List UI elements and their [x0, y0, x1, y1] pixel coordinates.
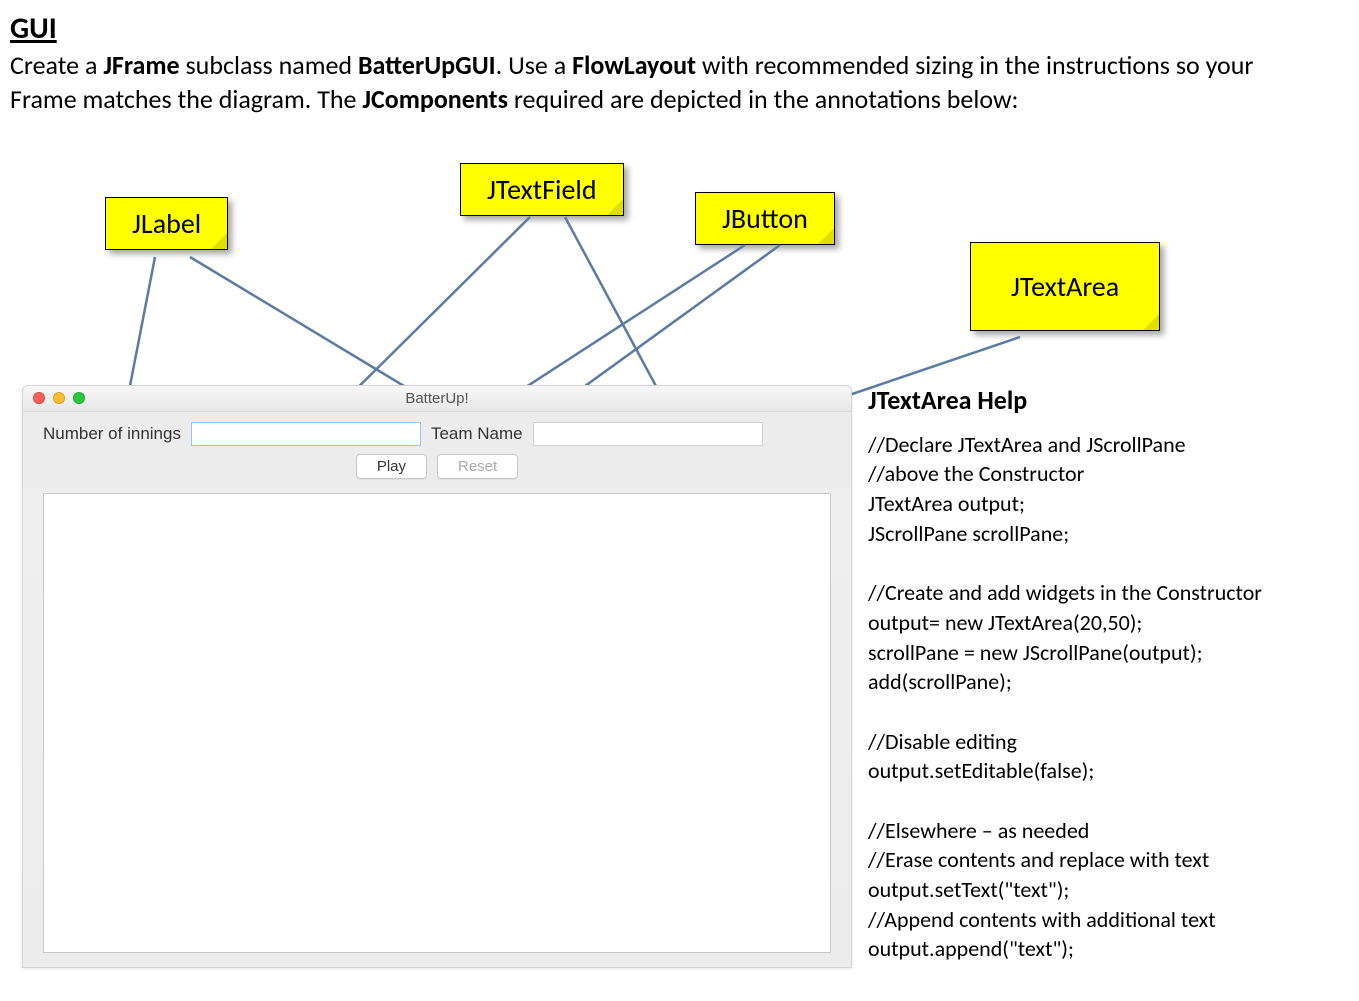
window-title: BatterUp! — [23, 390, 851, 407]
intro-text: subclass named — [180, 49, 358, 81]
titlebar: BatterUp! — [23, 386, 851, 412]
sticky-jlabel: JLabel — [105, 197, 228, 250]
intro-bold-jcomponents: JComponents — [362, 83, 508, 115]
reset-button[interactable]: Reset — [437, 454, 518, 479]
intro-paragraph: Create a JFrame subclass named BatterUpG… — [10, 49, 1290, 117]
intro-bold-flowlayout: FlowLayout — [572, 49, 696, 81]
team-input[interactable] — [533, 422, 763, 446]
intro-bold-jframe: JFrame — [103, 49, 179, 81]
sticky-jbutton: JButton — [695, 192, 835, 245]
sticky-jtextfield: JTextField — [460, 163, 624, 216]
output-textarea[interactable] — [43, 493, 831, 953]
innings-label: Number of innings — [43, 424, 181, 444]
sticky-jtextarea: JTextArea — [970, 242, 1160, 331]
mock-window: BatterUp! Number of innings Team Name Pl… — [22, 385, 852, 968]
intro-text: . Use a — [496, 49, 572, 81]
play-button[interactable]: Play — [356, 454, 427, 479]
team-label: Team Name — [431, 424, 523, 444]
innings-input[interactable] — [191, 422, 421, 446]
help-panel: JTextArea Help //Declare JTextArea and J… — [868, 383, 1359, 964]
intro-text: required are depicted in the annotations… — [508, 83, 1019, 115]
intro-bold-batterupgui: BatterUpGUI — [358, 49, 496, 81]
controls-panel: Number of innings Team Name Play Reset — [23, 412, 851, 487]
help-code: //Declare JTextArea and JScrollPane //ab… — [868, 430, 1359, 964]
diagram-area: JLabel JTextField JButton JTextArea Batt… — [10, 137, 1349, 957]
help-title: JTextArea Help — [868, 383, 1359, 418]
section-heading: GUI — [10, 10, 1349, 47]
intro-text: Create a — [10, 49, 103, 81]
